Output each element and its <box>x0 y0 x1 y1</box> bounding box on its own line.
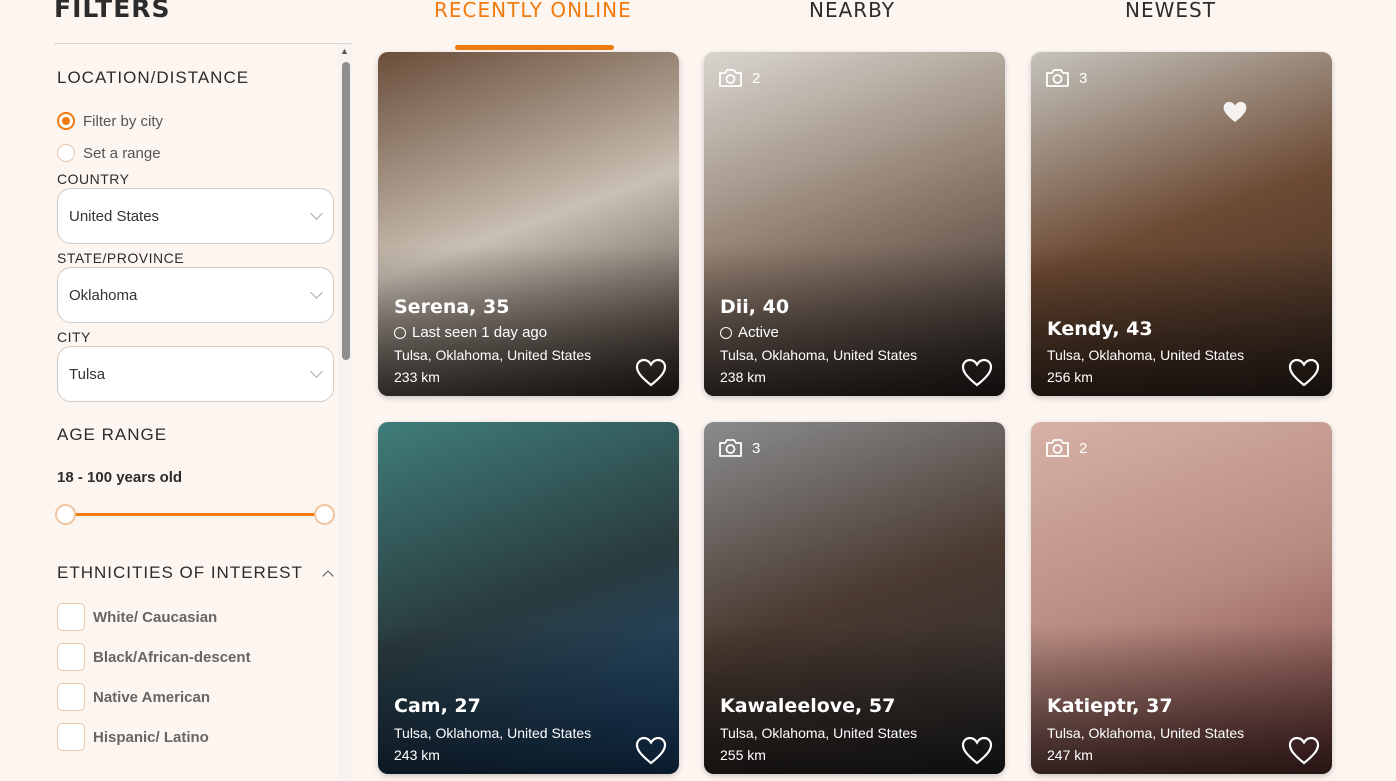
city-label: CITY <box>57 329 91 345</box>
profile-name[interactable]: Kendy, 43 <box>1047 318 1153 340</box>
status-text: Last seen 1 day ago <box>412 324 548 341</box>
status-circle-icon <box>394 326 406 339</box>
profile-location: Tulsa, Oklahoma, United States <box>1047 347 1245 363</box>
tab-newest[interactable]: NEWEST <box>1125 0 1216 22</box>
status-line: Last seen 1 day ago <box>394 324 547 341</box>
country-select[interactable]: United States <box>57 188 334 244</box>
status-circle-icon <box>720 326 732 339</box>
photo-count: 3 <box>1045 68 1087 88</box>
profile-location: Tulsa, Oklahoma, United States <box>394 725 592 741</box>
age-range-value: 18 - 100 years old <box>57 469 183 486</box>
age-slider-track[interactable] <box>65 513 324 516</box>
photo-count-value: 2 <box>752 69 761 87</box>
radio-selected-icon[interactable] <box>57 112 75 130</box>
chevron-down-icon <box>310 365 323 378</box>
profile-card[interactable]: 2 Katieptr, 37 Tulsa, Oklahoma, United Sta… <box>1031 422 1332 774</box>
camera-icon <box>718 68 743 88</box>
checkbox-box[interactable] <box>57 603 85 631</box>
checkbox-label: Hispanic/ Latino <box>93 728 209 746</box>
photo-count: 2 <box>718 68 760 88</box>
state-label: STATE/PROVINCE <box>57 250 185 266</box>
checkbox-box[interactable] <box>57 643 85 671</box>
profile-name[interactable]: Katieptr, 37 <box>1047 695 1173 717</box>
state-value: Oklahoma <box>69 286 138 304</box>
photo-count-value: 3 <box>752 439 761 457</box>
profile-card[interactable]: 3 Kendy, 43 Tulsa, Oklahoma, United States… <box>1031 52 1332 396</box>
tab-nearby[interactable]: NEARBY <box>809 0 895 22</box>
profile-location: Tulsa, Oklahoma, United States <box>720 725 918 741</box>
profile-card[interactable]: Serena, 35 Last seen 1 day ago Tulsa, Okla… <box>378 52 679 396</box>
photo-count: 3 <box>718 438 760 458</box>
profile-card[interactable]: 3 Kawaleelove, 57 Tulsa, Oklahoma, United … <box>704 422 1005 774</box>
country-label: COUNTRY <box>57 171 130 187</box>
chevron-down-icon <box>310 286 323 299</box>
state-select[interactable]: Oklahoma <box>57 267 334 323</box>
profile-card[interactable]: 2 Dii, 40 Active Tulsa, Oklahoma, United St… <box>704 52 1005 396</box>
checkbox-box[interactable] <box>57 723 85 751</box>
age-slider-max-handle[interactable] <box>314 504 335 525</box>
status-line: Active <box>720 324 779 341</box>
like-heart-icon[interactable] <box>1288 736 1320 765</box>
radio-set-range[interactable]: Set a range <box>57 144 161 162</box>
filters-title: FILTERS <box>54 0 171 23</box>
checkbox-native-american[interactable]: Native American <box>57 683 210 711</box>
tab-recently-online[interactable]: RECENTLY ONLINE <box>434 0 632 22</box>
status-text: Active <box>738 324 779 341</box>
profile-distance: 256 km <box>1047 369 1093 385</box>
camera-icon <box>1045 68 1070 88</box>
photo-count: 2 <box>1045 438 1087 458</box>
profile-distance: 243 km <box>394 747 440 763</box>
like-heart-icon[interactable] <box>635 358 667 387</box>
divider <box>54 43 352 44</box>
age-slider-min-handle[interactable] <box>55 504 76 525</box>
scrollbar-thumb[interactable] <box>342 62 350 360</box>
chevron-up-icon[interactable] <box>322 570 334 582</box>
like-heart-icon[interactable] <box>1288 358 1320 387</box>
photo-count-value: 2 <box>1079 439 1088 457</box>
profile-distance: 238 km <box>720 369 766 385</box>
country-value: United States <box>69 207 160 225</box>
like-heart-icon[interactable] <box>961 736 993 765</box>
scroll-up-arrow-icon[interactable]: ▲ <box>340 46 349 56</box>
favorite-heart-icon[interactable] <box>1222 100 1248 124</box>
checkbox-label: Native American <box>93 688 210 706</box>
ethnicities-title: ETHNICITIES OF INTEREST <box>57 563 303 582</box>
filters-sidebar: FILTERS ▲ LOCATION/DISTANCE Filter by ci… <box>0 0 352 781</box>
camera-icon <box>1045 438 1070 458</box>
like-heart-icon[interactable] <box>961 358 993 387</box>
profile-distance: 255 km <box>720 747 766 763</box>
profile-name[interactable]: Serena, 35 <box>394 296 509 318</box>
chevron-down-icon <box>310 207 323 220</box>
photo-count-value: 3 <box>1079 69 1088 87</box>
profile-distance: 247 km <box>1047 747 1093 763</box>
checkbox-white[interactable]: White/ Caucasian <box>57 603 217 631</box>
checkbox-hispanic[interactable]: Hispanic/ Latino <box>57 723 209 751</box>
camera-icon <box>718 438 743 458</box>
checkbox-label: Black/African-descent <box>93 648 251 666</box>
profile-distance: 233 km <box>394 369 440 385</box>
active-tab-indicator <box>455 45 614 50</box>
checkbox-black[interactable]: Black/African-descent <box>57 643 251 671</box>
profile-location: Tulsa, Oklahoma, United States <box>720 347 918 363</box>
age-range-title: AGE RANGE <box>57 425 168 444</box>
profile-name[interactable]: Dii, 40 <box>720 296 789 318</box>
radio-filter-by-city[interactable]: Filter by city <box>57 112 163 130</box>
radio-unselected-icon[interactable] <box>57 144 75 162</box>
profile-card[interactable]: Cam, 27 Tulsa, Oklahoma, United States 243… <box>378 422 679 774</box>
checkbox-box[interactable] <box>57 683 85 711</box>
radio-label: Set a range <box>83 144 161 162</box>
radio-label: Filter by city <box>83 112 164 130</box>
like-heart-icon[interactable] <box>635 736 667 765</box>
location-section-title: LOCATION/DISTANCE <box>57 68 250 87</box>
city-select[interactable]: Tulsa <box>57 346 334 402</box>
profile-name[interactable]: Kawaleelove, 57 <box>720 695 895 717</box>
profile-location: Tulsa, Oklahoma, United States <box>1047 725 1245 741</box>
profile-name[interactable]: Cam, 27 <box>394 695 481 717</box>
checkbox-label: White/ Caucasian <box>93 608 218 626</box>
profile-location: Tulsa, Oklahoma, United States <box>394 347 592 363</box>
city-value: Tulsa <box>69 365 106 383</box>
